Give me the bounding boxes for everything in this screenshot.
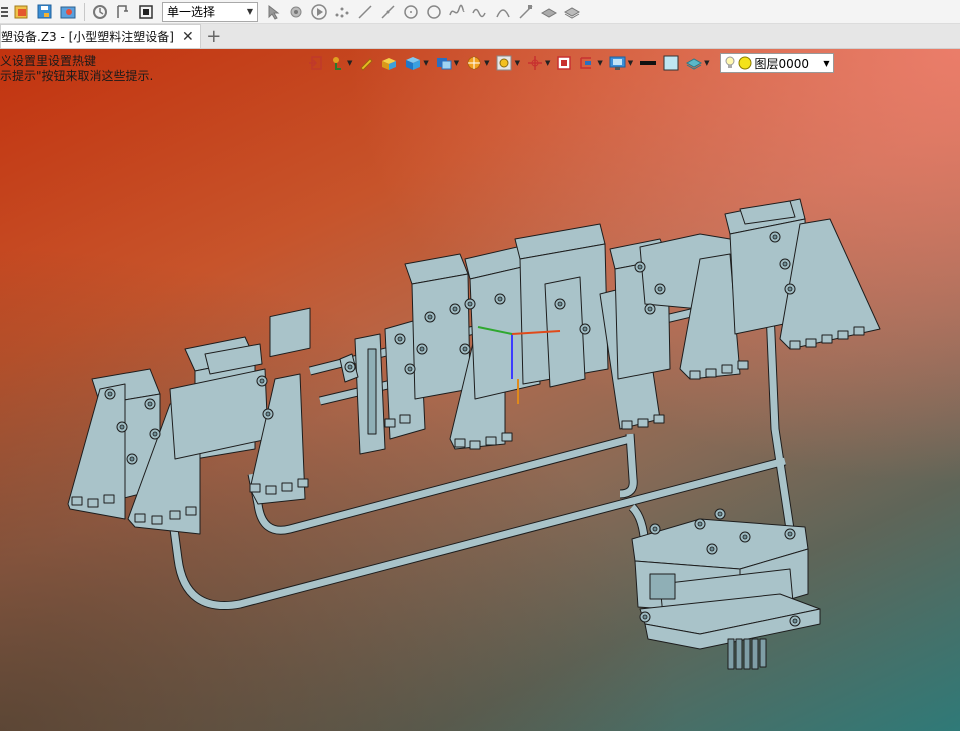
line-style-icon[interactable] bbox=[639, 53, 657, 73]
layer-select[interactable]: 图层0000 ▼ bbox=[719, 53, 834, 73]
tab-document-label: 塑设备.Z3 - [小型塑料注塑设备] bbox=[1, 30, 174, 44]
arc-icon[interactable] bbox=[492, 1, 514, 23]
lightbulb-icon bbox=[725, 56, 735, 68]
pick-filter-icon[interactable] bbox=[112, 1, 134, 23]
cursor-icon[interactable] bbox=[262, 1, 284, 23]
chevron-down-icon: ▼ bbox=[347, 59, 353, 67]
layer-manager-icon[interactable]: ▼ bbox=[685, 53, 710, 73]
layer-color-icon bbox=[738, 56, 752, 70]
rotate-icon[interactable] bbox=[89, 1, 111, 23]
open-file-icon[interactable] bbox=[11, 1, 33, 23]
points-icon[interactable] bbox=[331, 1, 353, 23]
save-icon[interactable] bbox=[34, 1, 56, 23]
document-tab-bar: 塑设备.Z3 - [小型塑料注塑设备] ✕ + bbox=[0, 24, 960, 49]
hint-text-line-2: 示提示"按钮来取消这些提示. bbox=[0, 69, 154, 83]
surface2-icon[interactable] bbox=[561, 1, 583, 23]
render-mode-icon[interactable]: ▼ bbox=[465, 53, 490, 73]
shaded-box-icon[interactable] bbox=[380, 53, 398, 73]
clip-icon[interactable]: ▼ bbox=[578, 53, 603, 73]
zoom-icon[interactable]: ▼ bbox=[496, 53, 520, 73]
color-swatch-icon[interactable] bbox=[663, 53, 679, 73]
layer-name: 图层0000 bbox=[754, 56, 810, 71]
exit-icon[interactable] bbox=[308, 53, 324, 73]
tab-document[interactable]: 塑设备.Z3 - [小型塑料注塑设备] ✕ bbox=[0, 24, 201, 48]
toolbar-separator bbox=[84, 2, 85, 21]
line2-icon[interactable] bbox=[377, 1, 399, 23]
section-icon[interactable] bbox=[556, 53, 572, 73]
chevron-down-icon: ▼ bbox=[453, 59, 460, 67]
chevron-down-icon: ▼ bbox=[514, 59, 520, 67]
axis-icon[interactable]: ▼ bbox=[526, 53, 550, 73]
machine-model bbox=[67, 198, 881, 670]
menu-icon[interactable] bbox=[0, 1, 10, 23]
circle2-icon[interactable] bbox=[423, 1, 445, 23]
circle-icon[interactable] bbox=[400, 1, 422, 23]
line-icon[interactable] bbox=[354, 1, 376, 23]
spline-icon[interactable] bbox=[446, 1, 468, 23]
settings-icon[interactable] bbox=[57, 1, 79, 23]
chevron-down-icon: ▼ bbox=[823, 58, 830, 68]
pick-tool-icon[interactable]: ▼ bbox=[330, 53, 352, 73]
stop-icon[interactable] bbox=[135, 1, 157, 23]
pencil-icon[interactable] bbox=[358, 53, 374, 73]
selection-mode-select[interactable]: 单一选择 ▼ bbox=[162, 1, 258, 22]
chevron-down-icon: ▼ bbox=[246, 7, 253, 16]
close-icon[interactable]: ✕ bbox=[182, 29, 194, 45]
play-icon[interactable] bbox=[308, 1, 330, 23]
trim-icon[interactable] bbox=[515, 1, 537, 23]
view-orient-icon[interactable]: ▼ bbox=[435, 53, 459, 73]
chevron-down-icon: ▼ bbox=[597, 59, 603, 67]
wave-icon[interactable] bbox=[469, 1, 491, 23]
surface-icon[interactable] bbox=[538, 1, 560, 23]
chevron-down-icon: ▼ bbox=[484, 59, 490, 67]
cube-icon[interactable]: ▼ bbox=[404, 53, 429, 73]
chevron-down-icon: ▼ bbox=[704, 59, 710, 67]
chevron-down-icon: ▼ bbox=[627, 59, 634, 67]
view-toolbar: ▼ ▼ ▼ ▼ ▼ ▼ ▼ ▼ ▼ 图层0000 ▼ bbox=[308, 52, 834, 74]
chevron-down-icon: ▼ bbox=[423, 59, 429, 67]
hint-text-line-1: 义设置里设置热键 bbox=[0, 54, 97, 68]
add-tab-button[interactable]: + bbox=[201, 24, 227, 48]
main-toolbar: 单一选择 ▼ bbox=[0, 0, 960, 24]
chevron-down-icon: ▼ bbox=[544, 59, 551, 67]
3d-viewport[interactable]: 义设置里设置热键 示提示"按钮来取消这些提示. ▼ ▼ ▼ ▼ ▼ ▼ ▼ ▼ … bbox=[0, 49, 960, 731]
selection-mode-value: 单一选择 bbox=[167, 5, 216, 19]
pick-point-icon[interactable] bbox=[285, 1, 307, 23]
display-icon[interactable]: ▼ bbox=[609, 53, 633, 73]
